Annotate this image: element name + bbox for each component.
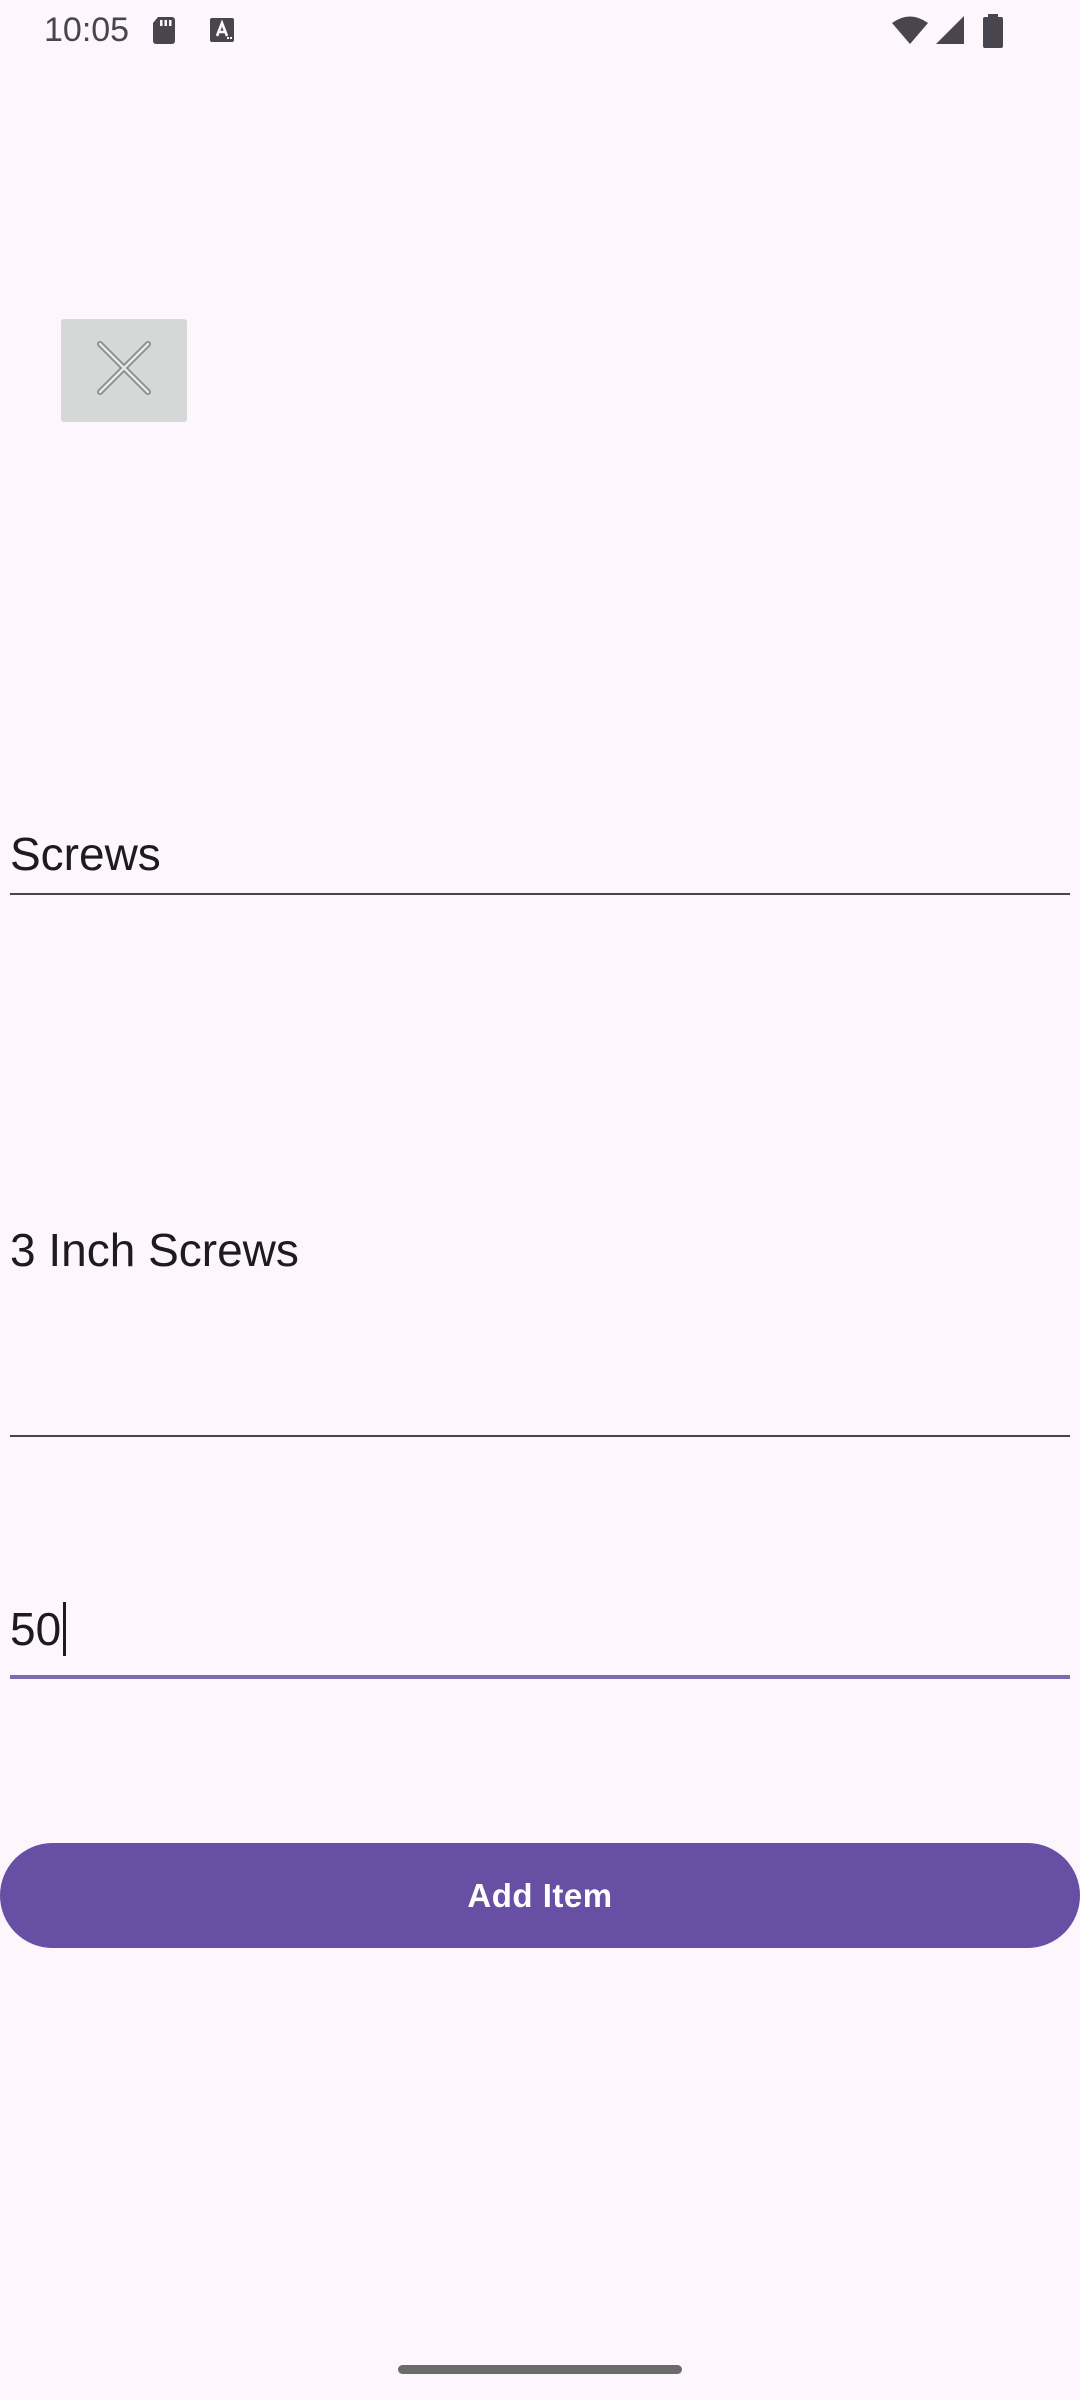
- add-item-button[interactable]: Add Item: [0, 1843, 1080, 1948]
- status-bar: 10:05: [0, 0, 1080, 62]
- item-name-underline: [10, 893, 1070, 895]
- item-description-field[interactable]: 3 Inch Screws: [10, 1220, 1070, 1440]
- item-name-input[interactable]: [10, 820, 1070, 888]
- text-cursor: [63, 1602, 67, 1656]
- close-icon: [96, 340, 152, 401]
- item-image-placeholder[interactable]: [61, 319, 187, 422]
- item-name-field[interactable]: [10, 820, 1070, 900]
- item-description-underline: [10, 1435, 1070, 1437]
- item-quantity-input[interactable]: 50: [10, 1595, 1070, 1663]
- sd-card-icon: [148, 14, 180, 46]
- wifi-icon: [890, 14, 930, 46]
- status-time: 10:05: [44, 11, 130, 49]
- signal-icon: [934, 14, 966, 46]
- item-quantity-field[interactable]: 50: [10, 1595, 1070, 1680]
- keyboard-a-icon: [206, 14, 238, 46]
- item-quantity-value: 50: [10, 1603, 62, 1655]
- battery-icon: [980, 14, 1006, 48]
- item-quantity-underline: [10, 1675, 1070, 1679]
- item-description-input[interactable]: 3 Inch Screws: [10, 1220, 1070, 1420]
- gesture-nav-handle[interactable]: [398, 2365, 682, 2374]
